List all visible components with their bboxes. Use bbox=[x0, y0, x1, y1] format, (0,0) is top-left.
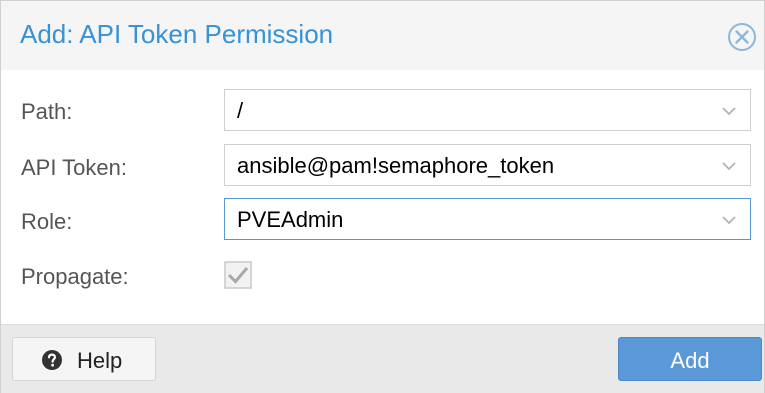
add-button[interactable]: Add bbox=[618, 337, 762, 381]
path-combobox[interactable]: / bbox=[224, 89, 751, 131]
help-button[interactable]: Help bbox=[12, 337, 156, 381]
role-value: PVEAdmin bbox=[237, 207, 344, 232]
dialog-title: Add: API Token Permission bbox=[20, 19, 334, 49]
propagate-checkbox[interactable] bbox=[224, 261, 252, 289]
propagate-label: Propagate: bbox=[21, 264, 129, 289]
role-label: Role: bbox=[21, 209, 73, 234]
add-button-label: Add bbox=[670, 348, 710, 373]
dialog-titlebar: Add: API Token Permission bbox=[1, 1, 764, 70]
add-api-token-permission-dialog: Add: API Token Permission Path: / API To… bbox=[0, 0, 765, 393]
dialog-footer: Help Add bbox=[1, 324, 764, 393]
chevron-down-icon[interactable] bbox=[720, 102, 738, 120]
dialog-body: Path: / API Token: ansible@pam!semaphore… bbox=[1, 70, 764, 324]
chevron-down-icon[interactable] bbox=[720, 211, 738, 229]
help-button-label: Help bbox=[77, 348, 123, 373]
question-circle-icon bbox=[41, 349, 63, 371]
chevron-down-icon[interactable] bbox=[720, 157, 738, 175]
path-value: / bbox=[237, 98, 244, 123]
close-icon[interactable] bbox=[726, 21, 758, 53]
path-label: Path: bbox=[21, 99, 73, 124]
api-token-label: API Token: bbox=[21, 155, 127, 180]
api-token-value: ansible@pam!semaphore_token bbox=[237, 153, 555, 178]
api-token-combobox[interactable]: ansible@pam!semaphore_token bbox=[224, 144, 751, 186]
role-combobox[interactable]: PVEAdmin bbox=[224, 198, 751, 240]
